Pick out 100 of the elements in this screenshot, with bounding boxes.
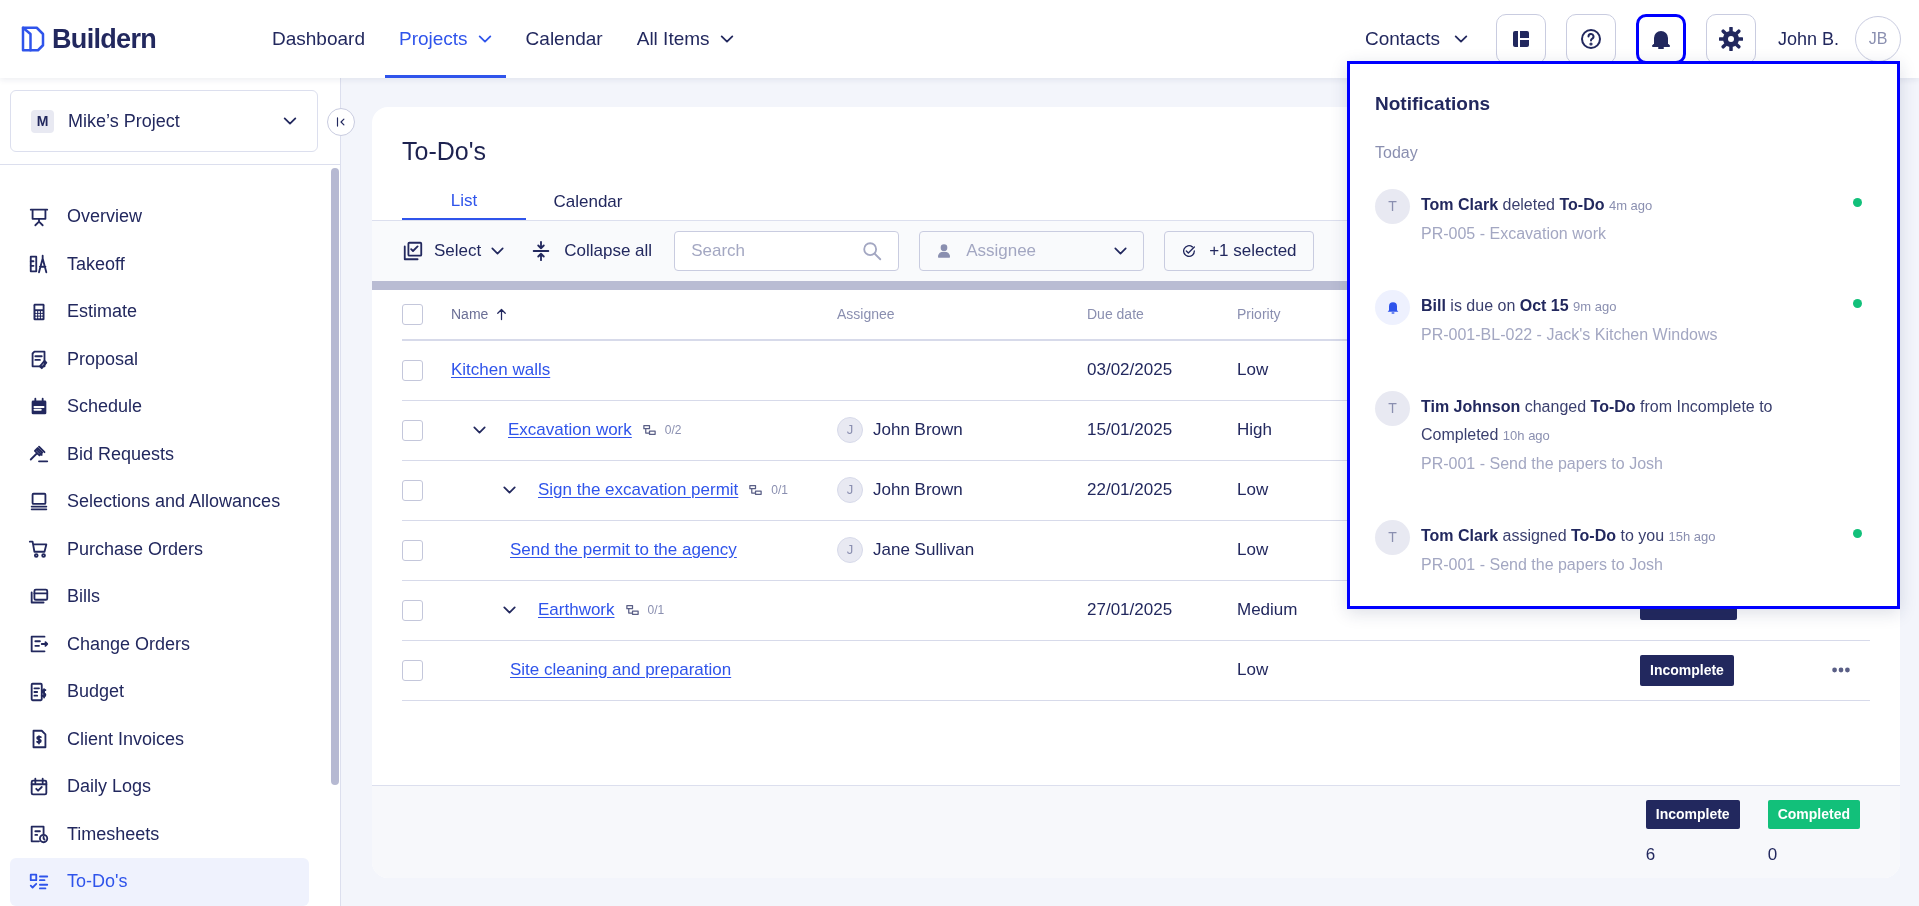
assignee-avatar: J bbox=[837, 537, 863, 563]
tab[interactable]: Calendar bbox=[526, 184, 650, 220]
logo-text: Buildern bbox=[52, 22, 157, 56]
search-icon bbox=[861, 239, 884, 262]
task-link[interactable]: Earthwork bbox=[538, 597, 615, 623]
person-icon bbox=[936, 242, 953, 259]
subtask-count: 0/1 bbox=[647, 602, 665, 619]
sidebar-item[interactable]: Daily Logs bbox=[10, 763, 309, 811]
chevron-down-icon bbox=[1114, 246, 1128, 255]
monitor-list-icon bbox=[28, 490, 50, 513]
notification-detail: PR-005 - Excavation work bbox=[1421, 223, 1607, 244]
nav-tab[interactable]: All Items bbox=[622, 0, 748, 78]
subtask-count: 0/2 bbox=[664, 422, 682, 439]
subtask-count: 0/1 bbox=[771, 482, 789, 499]
sidebar-item[interactable]: Timesheets bbox=[10, 810, 309, 858]
select-menu[interactable]: Select bbox=[402, 237, 505, 264]
subtask-icon bbox=[624, 602, 640, 618]
row-checkbox[interactable] bbox=[402, 419, 423, 441]
sidebar-item[interactable]: Selections and Allowances bbox=[10, 478, 309, 526]
scrollbar[interactable] bbox=[331, 168, 339, 785]
sidebar-item[interactable]: Change Orders bbox=[10, 620, 309, 668]
group-label: Today bbox=[1375, 142, 1419, 163]
chevron-down-icon bbox=[477, 35, 492, 43]
priority-text: Low bbox=[1237, 540, 1269, 560]
sidebar-item[interactable]: Bid Requests bbox=[10, 430, 309, 478]
task-link[interactable]: Site cleaning and preparation bbox=[510, 657, 732, 683]
sidebar-item[interactable]: Budget bbox=[10, 668, 309, 716]
calendar-check-icon bbox=[28, 775, 50, 798]
user-avatar: T bbox=[1375, 390, 1410, 426]
notification-detail: PR-001-BL-022 - Jack's Kitchen Windows bbox=[1421, 324, 1719, 345]
due-date: 03/02/2025 bbox=[1087, 360, 1173, 380]
due-date: 15/01/2025 bbox=[1087, 420, 1173, 440]
row-checkbox[interactable] bbox=[402, 479, 423, 501]
task-link[interactable]: Send the permit to the agency bbox=[510, 537, 737, 563]
subtask-icon bbox=[748, 482, 764, 498]
priority-text: Low bbox=[1237, 480, 1269, 500]
project-selector[interactable]: M Mike’s Project bbox=[10, 90, 318, 152]
select-all-checkbox[interactable] bbox=[402, 303, 423, 325]
settings-icon bbox=[1718, 27, 1743, 51]
ruler-compass-icon bbox=[28, 253, 50, 276]
tab[interactable]: List bbox=[402, 184, 526, 220]
timesheet-icon bbox=[28, 823, 50, 846]
nav-tab[interactable]: Dashboard bbox=[258, 0, 379, 78]
sidebar-item[interactable]: Proposal bbox=[10, 335, 309, 383]
user-avatar: T bbox=[1375, 519, 1410, 555]
task-link[interactable]: Excavation work bbox=[508, 417, 632, 443]
layout-button[interactable] bbox=[1495, 14, 1546, 64]
status-badge: Completed bbox=[1767, 800, 1860, 829]
chevron-down-icon[interactable] bbox=[473, 426, 486, 434]
collapse-all-button[interactable]: Collapse all bbox=[530, 237, 653, 264]
chevron-down-icon bbox=[719, 35, 734, 43]
help-button[interactable] bbox=[1565, 14, 1616, 64]
sidebar-item[interactable]: Purchase Orders bbox=[10, 525, 309, 573]
status-count: 0 bbox=[1767, 844, 1779, 866]
sidebar-item[interactable]: Estimate bbox=[10, 288, 309, 336]
nav-tab[interactable]: Projects bbox=[384, 0, 506, 78]
nav-tab[interactable]: Calendar bbox=[511, 0, 617, 78]
sidebar-item[interactable]: Overview bbox=[10, 193, 309, 241]
priority-text: Medium bbox=[1237, 600, 1298, 620]
due-date: 22/01/2025 bbox=[1087, 480, 1173, 500]
notification-text: Tom Clark assigned To-Do to you 15h ago bbox=[1421, 525, 1717, 546]
contacts-menu[interactable]: Contacts bbox=[1364, 24, 1468, 54]
row-checkbox[interactable] bbox=[402, 599, 423, 621]
notification-detail: PR-001 - Send the papers to Josh bbox=[1421, 453, 1664, 474]
bell-button[interactable] bbox=[1635, 14, 1686, 64]
priority-text: High bbox=[1237, 420, 1272, 440]
chevron-down-icon[interactable] bbox=[503, 486, 516, 494]
status-filter[interactable]: +1 selected bbox=[1164, 230, 1314, 271]
task-link[interactable]: Sign the excavation permit bbox=[538, 477, 739, 503]
search-field[interactable]: Search bbox=[674, 230, 900, 271]
assignee-avatar: J bbox=[837, 477, 863, 503]
row-checkbox[interactable] bbox=[402, 539, 423, 561]
sidebar-item[interactable]: Takeoff bbox=[10, 240, 309, 288]
settings-button[interactable] bbox=[1705, 14, 1756, 64]
collapse-sidebar-button[interactable] bbox=[327, 108, 355, 136]
status-count: 6 bbox=[1645, 844, 1657, 866]
row-checkbox[interactable] bbox=[402, 659, 423, 681]
project-initial: M bbox=[31, 109, 54, 133]
status-badge: Incomplete bbox=[1640, 654, 1734, 686]
sidebar-item[interactable]: To-Do's bbox=[10, 858, 309, 906]
notification-detail: PR-001 - Send the papers to Josh bbox=[1421, 554, 1664, 575]
assignee-avatar: J bbox=[837, 417, 863, 443]
assignee-name: John Brown bbox=[873, 419, 963, 442]
chevron-down-icon bbox=[491, 246, 505, 255]
assignee-name: Jane Sullivan bbox=[873, 539, 975, 562]
sidebar-item[interactable]: Bills bbox=[10, 573, 309, 621]
page-title: To-Do's bbox=[402, 136, 486, 167]
help-icon bbox=[1578, 27, 1603, 51]
user-avatar: T bbox=[1375, 188, 1410, 224]
sidebar-item[interactable]: Schedule bbox=[10, 383, 309, 431]
column-header[interactable]: Name bbox=[451, 303, 489, 325]
panel-title: Notifications bbox=[1375, 92, 1492, 116]
cart-icon bbox=[28, 538, 50, 561]
notification-text: Tim Johnson changed To-Do from Incomplete to Completed 10h ago bbox=[1421, 396, 1774, 445]
notification-text: Bill is due on Oct 15 9m ago bbox=[1421, 295, 1618, 316]
sidebar-item[interactable]: Client Invoices bbox=[10, 715, 309, 763]
chevron-down-icon[interactable] bbox=[503, 606, 516, 614]
user-name: John B. bbox=[1777, 27, 1839, 51]
row-checkbox[interactable] bbox=[402, 359, 423, 381]
task-link[interactable]: Kitchen walls bbox=[451, 357, 551, 383]
